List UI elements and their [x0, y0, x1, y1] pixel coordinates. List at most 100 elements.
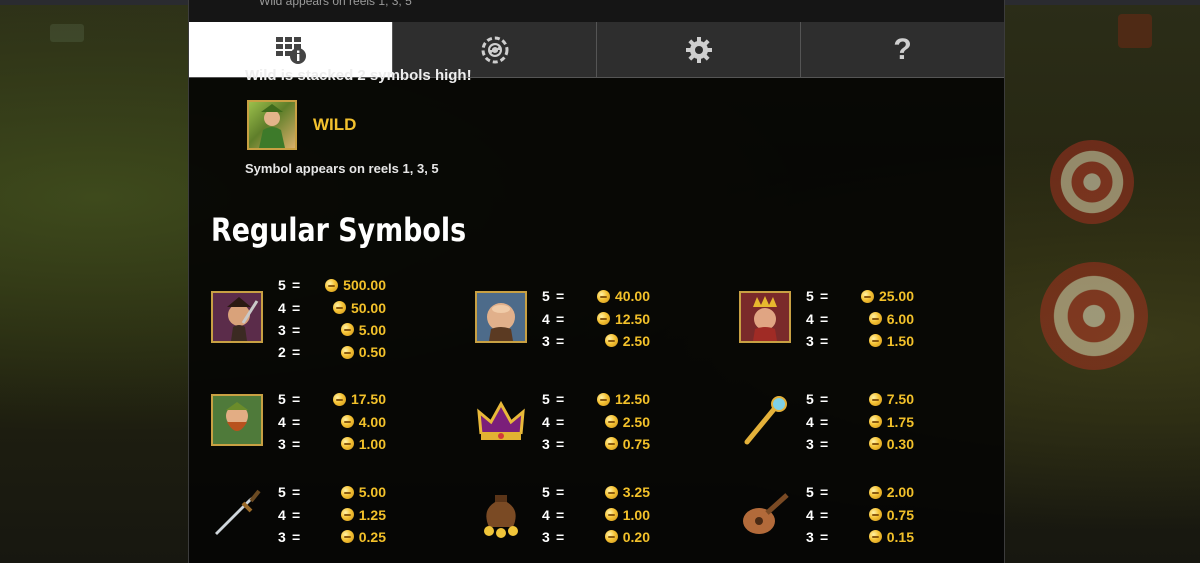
equals-sign: = — [556, 332, 565, 349]
pay-value-wrap: 0.25 — [306, 529, 386, 545]
background-menu-icon — [1118, 14, 1152, 48]
coin-icon — [868, 392, 882, 406]
pay-list: 5 = 5.00 4 = 1.25 3 = 0.25 — [278, 481, 386, 548]
equals-sign: = — [820, 506, 829, 523]
pay-value-wrap: 2.50 — [570, 333, 650, 349]
coin-icon — [868, 415, 882, 429]
gear-icon — [685, 36, 712, 63]
pay-value: 2.50 — [622, 332, 650, 349]
pay-count: 3 — [542, 528, 550, 545]
coin-icon — [340, 323, 354, 337]
pay-count: 4 — [278, 506, 286, 523]
coin-icon — [604, 437, 618, 451]
pay-value: 3.25 — [622, 484, 650, 501]
coin-icon — [604, 415, 618, 429]
pay-row: 4 = 1.75 — [806, 410, 914, 432]
pay-value-wrap: 1.75 — [834, 414, 914, 430]
tab-help[interactable]: ? — [800, 22, 1004, 77]
symbol-cell: 5 = 40.00 4 = 12.50 3 = 2.50 — [453, 285, 693, 375]
pay-value: 4.00 — [358, 413, 386, 430]
pay-row: 5 = 2.00 — [806, 481, 914, 503]
equals-sign: = — [292, 435, 301, 452]
pay-value-wrap: 12.50 — [570, 391, 650, 407]
symbol-cell: 5 = 5.00 4 = 1.25 3 = 0.25 — [189, 481, 429, 563]
equals-sign: = — [556, 484, 565, 501]
pay-value-wrap: 3.25 — [570, 484, 650, 500]
pay-row: 3 = 0.75 — [542, 433, 650, 455]
coin-icon — [604, 508, 618, 522]
equals-sign: = — [292, 391, 301, 408]
pay-value-wrap: 7.50 — [834, 391, 914, 407]
pay-value: 40.00 — [614, 288, 650, 305]
pay-value: 5.00 — [358, 484, 386, 501]
pay-value: 0.75 — [622, 435, 650, 452]
symbol-cell: 5 = 17.50 4 = 4.00 3 = 1.00 — [189, 388, 429, 478]
pay-value: 6.00 — [886, 310, 914, 327]
pay-value: 12.50 — [614, 310, 650, 327]
scepter-icon — [739, 394, 791, 446]
pay-value: 500.00 — [343, 277, 386, 294]
pay-list: 5 = 17.50 4 = 4.00 3 = 1.00 — [278, 388, 386, 455]
coin-icon — [596, 392, 610, 406]
pay-count: 3 — [806, 528, 814, 545]
pay-count: 5 — [278, 391, 286, 408]
pay-row: 3 = 5.00 — [278, 319, 386, 341]
pay-count: 3 — [278, 435, 286, 452]
pay-value-wrap: 2.50 — [570, 414, 650, 430]
pay-value: 2.50 — [622, 413, 650, 430]
equals-sign: = — [820, 391, 829, 408]
pay-value: 2.00 — [886, 484, 914, 501]
chip-icon — [481, 36, 508, 63]
pay-row: 5 = 500.00 — [278, 274, 386, 296]
equals-sign: = — [556, 528, 565, 545]
symbol-cell: 5 = 7.50 4 = 1.75 3 = 0.30 — [717, 388, 957, 478]
tab-settings[interactable] — [596, 22, 800, 77]
background-spin-target-icon — [1040, 262, 1148, 370]
equals-sign: = — [556, 413, 565, 430]
pay-value-wrap: 0.75 — [570, 436, 650, 452]
pay-count: 5 — [542, 391, 550, 408]
coin-icon — [332, 301, 346, 315]
equals-sign: = — [292, 344, 301, 361]
pay-row: 3 = 0.20 — [542, 526, 650, 548]
coin-icon — [325, 278, 339, 292]
equals-sign: = — [820, 413, 829, 430]
pay-count: 4 — [542, 310, 550, 327]
pay-value: 0.75 — [886, 506, 914, 523]
pay-count: 4 — [278, 413, 286, 430]
symbol-cell: 5 = 12.50 4 = 2.50 3 = 0.75 — [453, 388, 693, 478]
crown-icon — [475, 394, 527, 446]
pay-row: 3 = 1.50 — [806, 330, 914, 352]
coin-icon — [340, 485, 354, 499]
question-icon: ? — [893, 32, 912, 66]
equals-sign: = — [820, 310, 829, 327]
pay-row: 4 = 1.25 — [278, 503, 386, 525]
symbol-cell: 5 = 3.25 4 = 1.00 3 = 0.20 — [453, 481, 693, 563]
friar-tuck-icon — [475, 291, 527, 343]
pay-row: 4 = 0.75 — [806, 503, 914, 525]
panel-top-cut-text: Wild appears on reels 1, 3, 5 — [259, 0, 412, 8]
coin-icon — [596, 289, 610, 303]
equals-sign: = — [292, 299, 301, 316]
pay-value-wrap: 0.50 — [306, 344, 386, 360]
paytable-panel: Wild appears on reels 1, 3, 5 ? Wild is … — [188, 0, 1005, 563]
wild-label: WILD — [313, 115, 357, 134]
pay-value: 50.00 — [350, 299, 386, 316]
pay-count: 4 — [806, 506, 814, 523]
pay-row: 5 = 7.50 — [806, 388, 914, 410]
pay-value-wrap: 25.00 — [834, 288, 914, 304]
pay-count: 4 — [806, 413, 814, 430]
coin-icon — [868, 437, 882, 451]
pay-value-wrap: 40.00 — [570, 288, 650, 304]
pay-value-wrap: 5.00 — [306, 322, 386, 338]
equals-sign: = — [292, 277, 301, 294]
coin-icon — [340, 437, 354, 451]
pay-value-wrap: 17.50 — [306, 391, 386, 407]
coin-icon — [340, 415, 354, 429]
pay-value: 1.75 — [886, 413, 914, 430]
regular-symbols-title: Regular Symbols — [211, 211, 467, 249]
equals-sign: = — [292, 484, 301, 501]
pay-row: 4 = 12.50 — [542, 307, 650, 329]
equals-sign: = — [820, 288, 829, 305]
pay-count: 4 — [806, 310, 814, 327]
